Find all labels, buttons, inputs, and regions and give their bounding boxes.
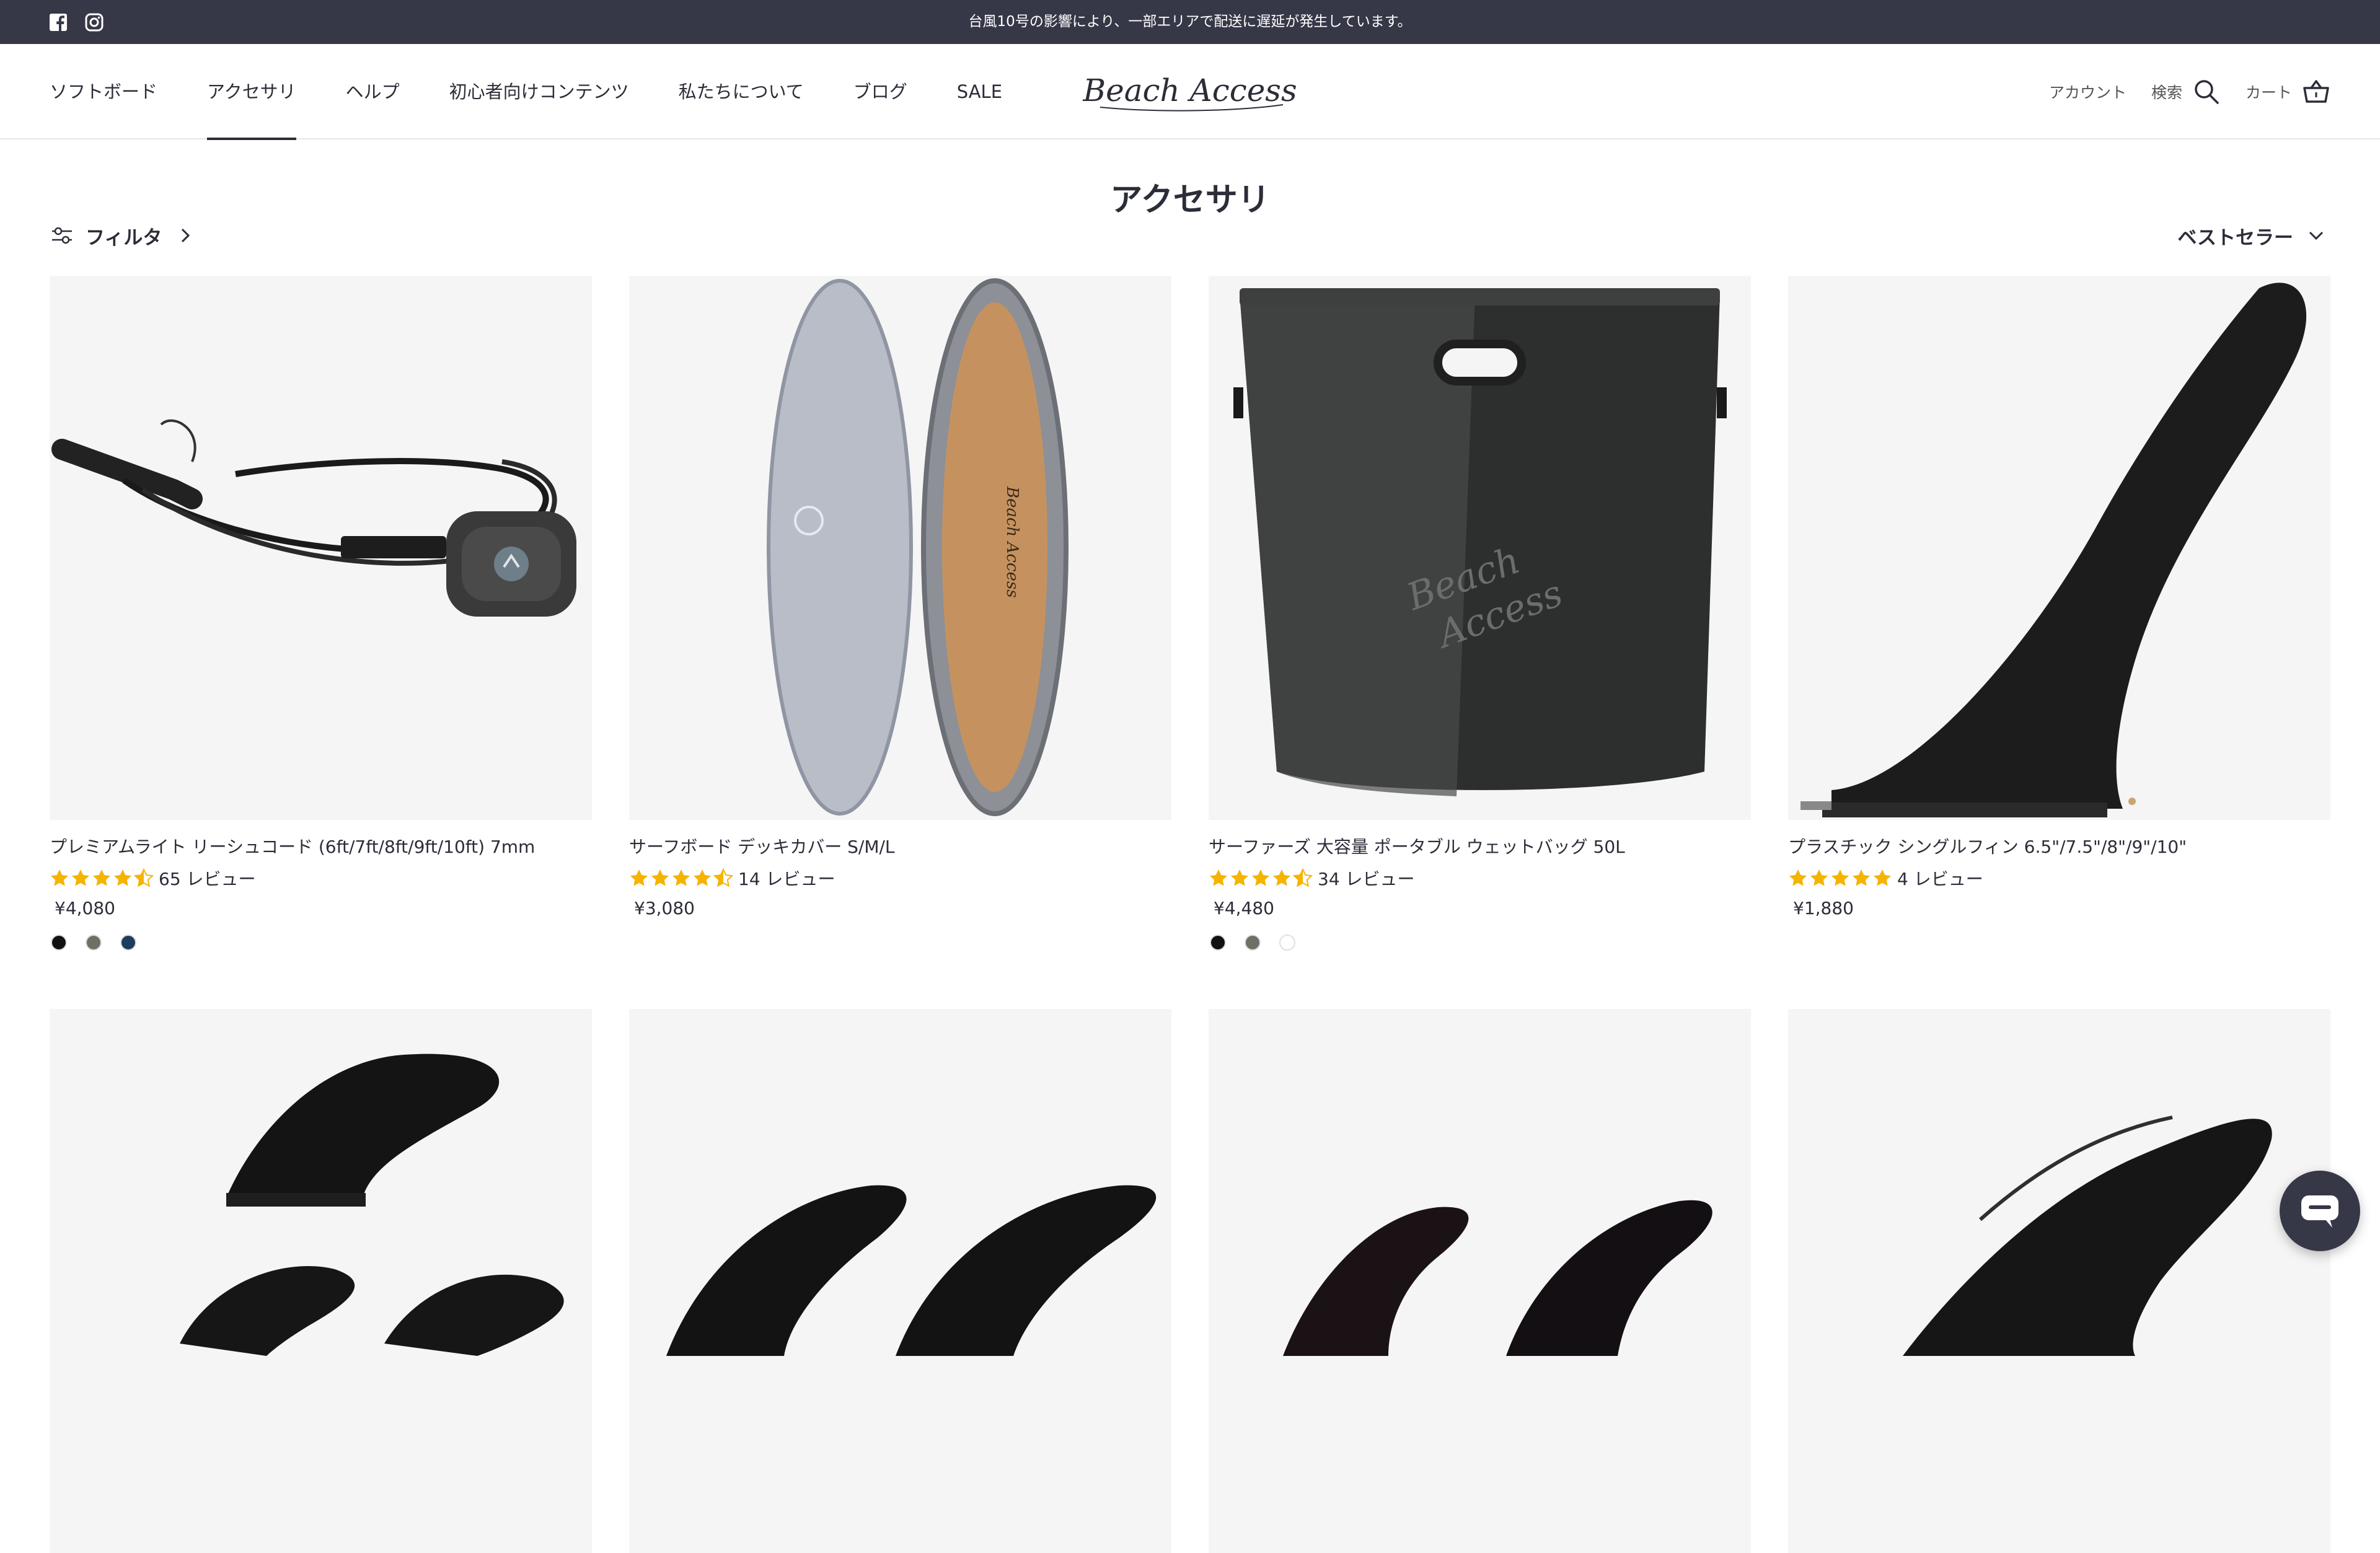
star-icon [93, 869, 110, 886]
review-count[interactable]: 14 レビュー [738, 866, 835, 891]
product-name[interactable]: サーフボード デッキカバー S/M/L [629, 834, 1171, 858]
basket-icon [2302, 77, 2330, 106]
nav-item-sale[interactable]: SALE [957, 44, 1002, 139]
star-icon [1210, 869, 1227, 886]
star-icon [51, 869, 68, 886]
star-icon [1789, 869, 1807, 886]
nav-item-help[interactable]: ヘルプ [346, 44, 400, 139]
product-grid: プレミアムライト リーシュコード (6ft/7ft/8ft/9ft/10ft) … [50, 276, 2330, 1553]
star-icon [630, 869, 648, 886]
star-icon [1231, 869, 1248, 886]
product-card[interactable]: プラスチック シングルフィン 6.5"/7.5"/8"/9"/10" 4 レビュ… [1788, 276, 2330, 1009]
star-icon [72, 869, 89, 886]
star-icon [1853, 869, 1870, 886]
sort-dropdown[interactable]: ベストセラー [2177, 222, 2327, 249]
product-card[interactable]: Beach Access サーフボード デッキカバー S/M/L 14 レビュー… [629, 276, 1171, 1009]
product-name[interactable]: プラスチック シングルフィン 6.5"/7.5"/8"/9"/10" [1788, 834, 2330, 858]
search-label: 検索 [2151, 84, 2182, 102]
product-rating: 34 レビュー [1209, 866, 1751, 891]
rating-stars [50, 868, 154, 888]
product-image-leash[interactable] [50, 276, 592, 820]
cart-button[interactable]: カート [2246, 77, 2330, 106]
product-card[interactable] [629, 1009, 1171, 1553]
product-card[interactable] [50, 1009, 592, 1553]
star-icon [1252, 869, 1269, 886]
chevron-down-icon [2306, 225, 2327, 246]
account-link[interactable]: アカウント [2049, 81, 2127, 103]
review-count[interactable]: 65 レビュー [159, 866, 256, 891]
svg-text:Beach Access: Beach Access [1003, 486, 1021, 598]
star-half-icon [1293, 868, 1313, 887]
color-swatches [1210, 935, 1751, 951]
nav-item-beginner[interactable]: 初心者向けコンテンツ [449, 44, 629, 139]
nav-item-about[interactable]: 私たちについて [679, 44, 804, 139]
star-icon [672, 869, 690, 886]
product-image-twin-fins[interactable] [629, 1009, 1171, 1553]
product-image-deck-cover[interactable]: Beach Access [629, 276, 1171, 820]
color-swatches [51, 935, 592, 951]
product-card[interactable] [1209, 1009, 1751, 1553]
rating-stars [1209, 868, 1313, 888]
product-price: ¥4,480 [1214, 898, 1274, 918]
swatch-black[interactable] [51, 935, 67, 951]
star-icon [1831, 869, 1849, 886]
search-icon [2192, 77, 2221, 106]
product-price: ¥4,080 [55, 898, 115, 918]
announcement-text[interactable]: 台風10号の影響により、一部エリアで配送に遅延が発生しています。 [0, 0, 2380, 44]
product-name[interactable]: プレミアムライト リーシュコード (6ft/7ft/8ft/9ft/10ft) … [50, 834, 592, 858]
sort-label: ベストセラー [2177, 226, 2293, 249]
review-count[interactable]: 34 レビュー [1318, 866, 1415, 891]
product-name[interactable]: サーファーズ 大容量 ポータブル ウェットバッグ 50L [1209, 834, 1751, 858]
site-logo[interactable]: Beach Access [1075, 69, 1305, 115]
chevron-right-icon [173, 223, 198, 248]
product-price: ¥1,880 [1793, 898, 1854, 918]
star-icon [694, 869, 711, 886]
product-card[interactable]: プレミアムライト リーシュコード (6ft/7ft/8ft/9ft/10ft) … [50, 276, 592, 1009]
rating-stars [1788, 868, 1892, 888]
chat-icon [2301, 1195, 2338, 1228]
nav-item-accessories[interactable]: アクセサリ [207, 44, 296, 140]
product-image-long-fin[interactable] [1788, 1009, 2330, 1553]
product-rating: 4 レビュー [1788, 866, 2330, 891]
filter-sliders-icon [50, 223, 74, 248]
review-count[interactable]: 4 レビュー [1897, 866, 1983, 891]
site-header: ソフトボード アクセサリ ヘルプ 初心者向けコンテンツ 私たちについて ブログ … [0, 44, 2380, 140]
header-utilities: アカウント 検索 カート [2049, 44, 2330, 139]
filter-button[interactable]: フィルタ [50, 222, 198, 249]
star-icon [114, 869, 131, 886]
logo-text: Beach Access [1082, 73, 1297, 108]
account-label: アカウント [2048, 84, 2127, 102]
product-price: ¥3,080 [634, 898, 695, 918]
swatch-gray[interactable] [86, 935, 102, 951]
swatch-gray[interactable] [1245, 935, 1261, 951]
swatch-white[interactable] [1279, 935, 1295, 951]
main-nav: ソフトボード アクセサリ ヘルプ 初心者向けコンテンツ 私たちについて ブログ … [50, 44, 1002, 140]
product-image-wet-bag[interactable]: Beach Access [1209, 276, 1751, 820]
product-image-single-fin[interactable] [1788, 276, 2330, 820]
star-icon [651, 869, 669, 886]
star-half-icon [713, 868, 733, 887]
chat-button[interactable] [2280, 1171, 2360, 1251]
cart-label: カート [2245, 84, 2292, 102]
star-icon [1874, 869, 1891, 886]
search-button[interactable]: 検索 [2151, 77, 2221, 106]
product-image-fin-set[interactable] [50, 1009, 592, 1553]
filter-label: フィルタ [86, 226, 162, 249]
rating-stars [629, 868, 733, 888]
star-half-icon [134, 868, 154, 887]
star-icon [1810, 869, 1828, 886]
product-image-thruster-fins[interactable] [1209, 1009, 1751, 1553]
swatch-navy[interactable] [120, 935, 136, 951]
product-rating: 65 レビュー [50, 866, 592, 891]
nav-item-blog[interactable]: ブログ [853, 44, 907, 139]
announcement-bar: 台風10号の影響により、一部エリアで配送に遅延が発生しています。 [0, 0, 2380, 44]
star-icon [1273, 869, 1290, 886]
swatch-black[interactable] [1210, 935, 1226, 951]
product-card[interactable] [1788, 1009, 2330, 1553]
nav-item-softboard[interactable]: ソフトボード [50, 44, 157, 139]
product-card[interactable]: Beach Access サーファーズ 大容量 ポータブル ウェットバッグ 50… [1209, 276, 1751, 1009]
product-rating: 14 レビュー [629, 866, 1171, 891]
page-title: アクセサリ [1110, 182, 1270, 219]
